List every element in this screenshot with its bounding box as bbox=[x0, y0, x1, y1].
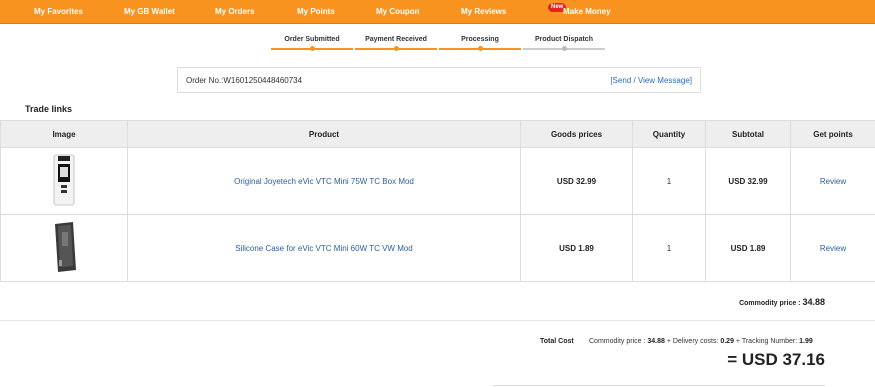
order-number: Order No.:W1601250448460734 bbox=[186, 76, 303, 85]
product-image-cell bbox=[0, 214, 128, 282]
step-dot bbox=[477, 46, 483, 51]
quantity-cell: 1 bbox=[632, 214, 706, 282]
product-image-cell bbox=[0, 147, 128, 215]
col-header-image: Image bbox=[0, 120, 128, 148]
commodity-price-summary: Commodity price : 34.88 bbox=[739, 297, 825, 307]
product-name-cell: Silicone Case for eVic VTC Mini 60W TC V… bbox=[127, 214, 521, 282]
subtotal-cell: USD 1.89 bbox=[705, 214, 791, 282]
step-order-submitted: Order Submitted bbox=[270, 36, 354, 56]
nav-my-gb-wallet[interactable]: My GB Wallet bbox=[124, 0, 175, 24]
order-info-box: Order No.:W1601250448460734 [Send / View… bbox=[177, 67, 701, 93]
nav-my-points[interactable]: My Points bbox=[297, 0, 335, 24]
get-points-cell: Review bbox=[790, 147, 875, 215]
trade-table: Image Product Goods prices Quantity Subt… bbox=[0, 120, 875, 282]
total-cost-label: Total Cost bbox=[540, 338, 574, 345]
product-name-cell: Original Joyetech eVic VTC Mini 75W TC B… bbox=[127, 147, 521, 215]
step-label: Order Submitted bbox=[284, 36, 340, 43]
bottom-divider bbox=[493, 385, 825, 386]
breakdown-delivery-value: 0.29 bbox=[720, 338, 734, 345]
col-header-get-points: Get points bbox=[790, 120, 875, 148]
top-nav-bar: My Favorites My GB Wallet My Orders My P… bbox=[0, 0, 875, 24]
nav-my-coupon[interactable]: My Coupon bbox=[376, 0, 420, 24]
nav-my-orders[interactable]: My Orders bbox=[215, 0, 255, 24]
table-header-row: Image Product Goods prices Quantity Subt… bbox=[0, 120, 875, 148]
trade-links-title: Trade links bbox=[25, 104, 73, 114]
nav-make-money[interactable]: Make Money bbox=[563, 0, 611, 24]
step-label: Payment Received bbox=[365, 36, 427, 43]
table-row: Original Joyetech eVic VTC Mini 75W TC B… bbox=[0, 147, 875, 215]
breakdown-tracking-value: 1.99 bbox=[799, 338, 813, 345]
breakdown-commodity-value: 34.88 bbox=[647, 338, 665, 345]
product-link[interactable]: Original Joyetech eVic VTC Mini 75W TC B… bbox=[234, 177, 414, 186]
nav-my-reviews[interactable]: My Reviews bbox=[461, 0, 506, 24]
send-view-message-link[interactable]: [Send / View Message] bbox=[610, 68, 692, 93]
step-label: Product Dispatch bbox=[535, 36, 593, 43]
step-dot bbox=[393, 46, 399, 51]
total-cost-breakdown: Commodity price : 34.88 + Delivery costs… bbox=[589, 338, 813, 345]
step-processing: Processing bbox=[438, 36, 522, 56]
breakdown-delivery-label: + Delivery costs: bbox=[666, 338, 719, 345]
step-label: Processing bbox=[461, 36, 499, 43]
product-link[interactable]: Silicone Case for eVic VTC Mini 60W TC V… bbox=[235, 244, 413, 253]
product-image-silicone-case[interactable] bbox=[49, 220, 79, 276]
col-header-product: Product bbox=[127, 120, 521, 148]
review-link[interactable]: Review bbox=[820, 177, 846, 186]
step-dot bbox=[309, 46, 315, 51]
commodity-price-label: Commodity price : bbox=[739, 300, 801, 307]
product-image-box-mod[interactable] bbox=[52, 154, 76, 208]
step-payment-received: Payment Received bbox=[354, 36, 438, 56]
table-row: Silicone Case for eVic VTC Mini 60W TC V… bbox=[0, 214, 875, 282]
col-header-goods-prices: Goods prices bbox=[520, 120, 633, 148]
col-header-subtotal: Subtotal bbox=[705, 120, 791, 148]
grand-total: = USD 37.16 bbox=[727, 350, 825, 369]
commodity-price-value: 34.88 bbox=[802, 297, 825, 307]
order-progress: Order Submitted Payment Received Process… bbox=[270, 36, 606, 56]
review-link[interactable]: Review bbox=[820, 244, 846, 253]
col-header-quantity: Quantity bbox=[632, 120, 706, 148]
breakdown-commodity-label: Commodity price : bbox=[589, 338, 646, 345]
step-product-dispatch: Product Dispatch bbox=[522, 36, 606, 56]
nav-my-favorites[interactable]: My Favorites bbox=[34, 0, 83, 24]
subtotal-cell: USD 32.99 bbox=[705, 147, 791, 215]
goods-price-cell: USD 1.89 bbox=[520, 214, 633, 282]
breakdown-tracking-label: + Tracking Number: bbox=[735, 338, 798, 345]
summary-divider bbox=[0, 320, 875, 321]
get-points-cell: Review bbox=[790, 214, 875, 282]
quantity-cell: 1 bbox=[632, 147, 706, 215]
goods-price-cell: USD 32.99 bbox=[520, 147, 633, 215]
step-dot bbox=[561, 46, 567, 51]
